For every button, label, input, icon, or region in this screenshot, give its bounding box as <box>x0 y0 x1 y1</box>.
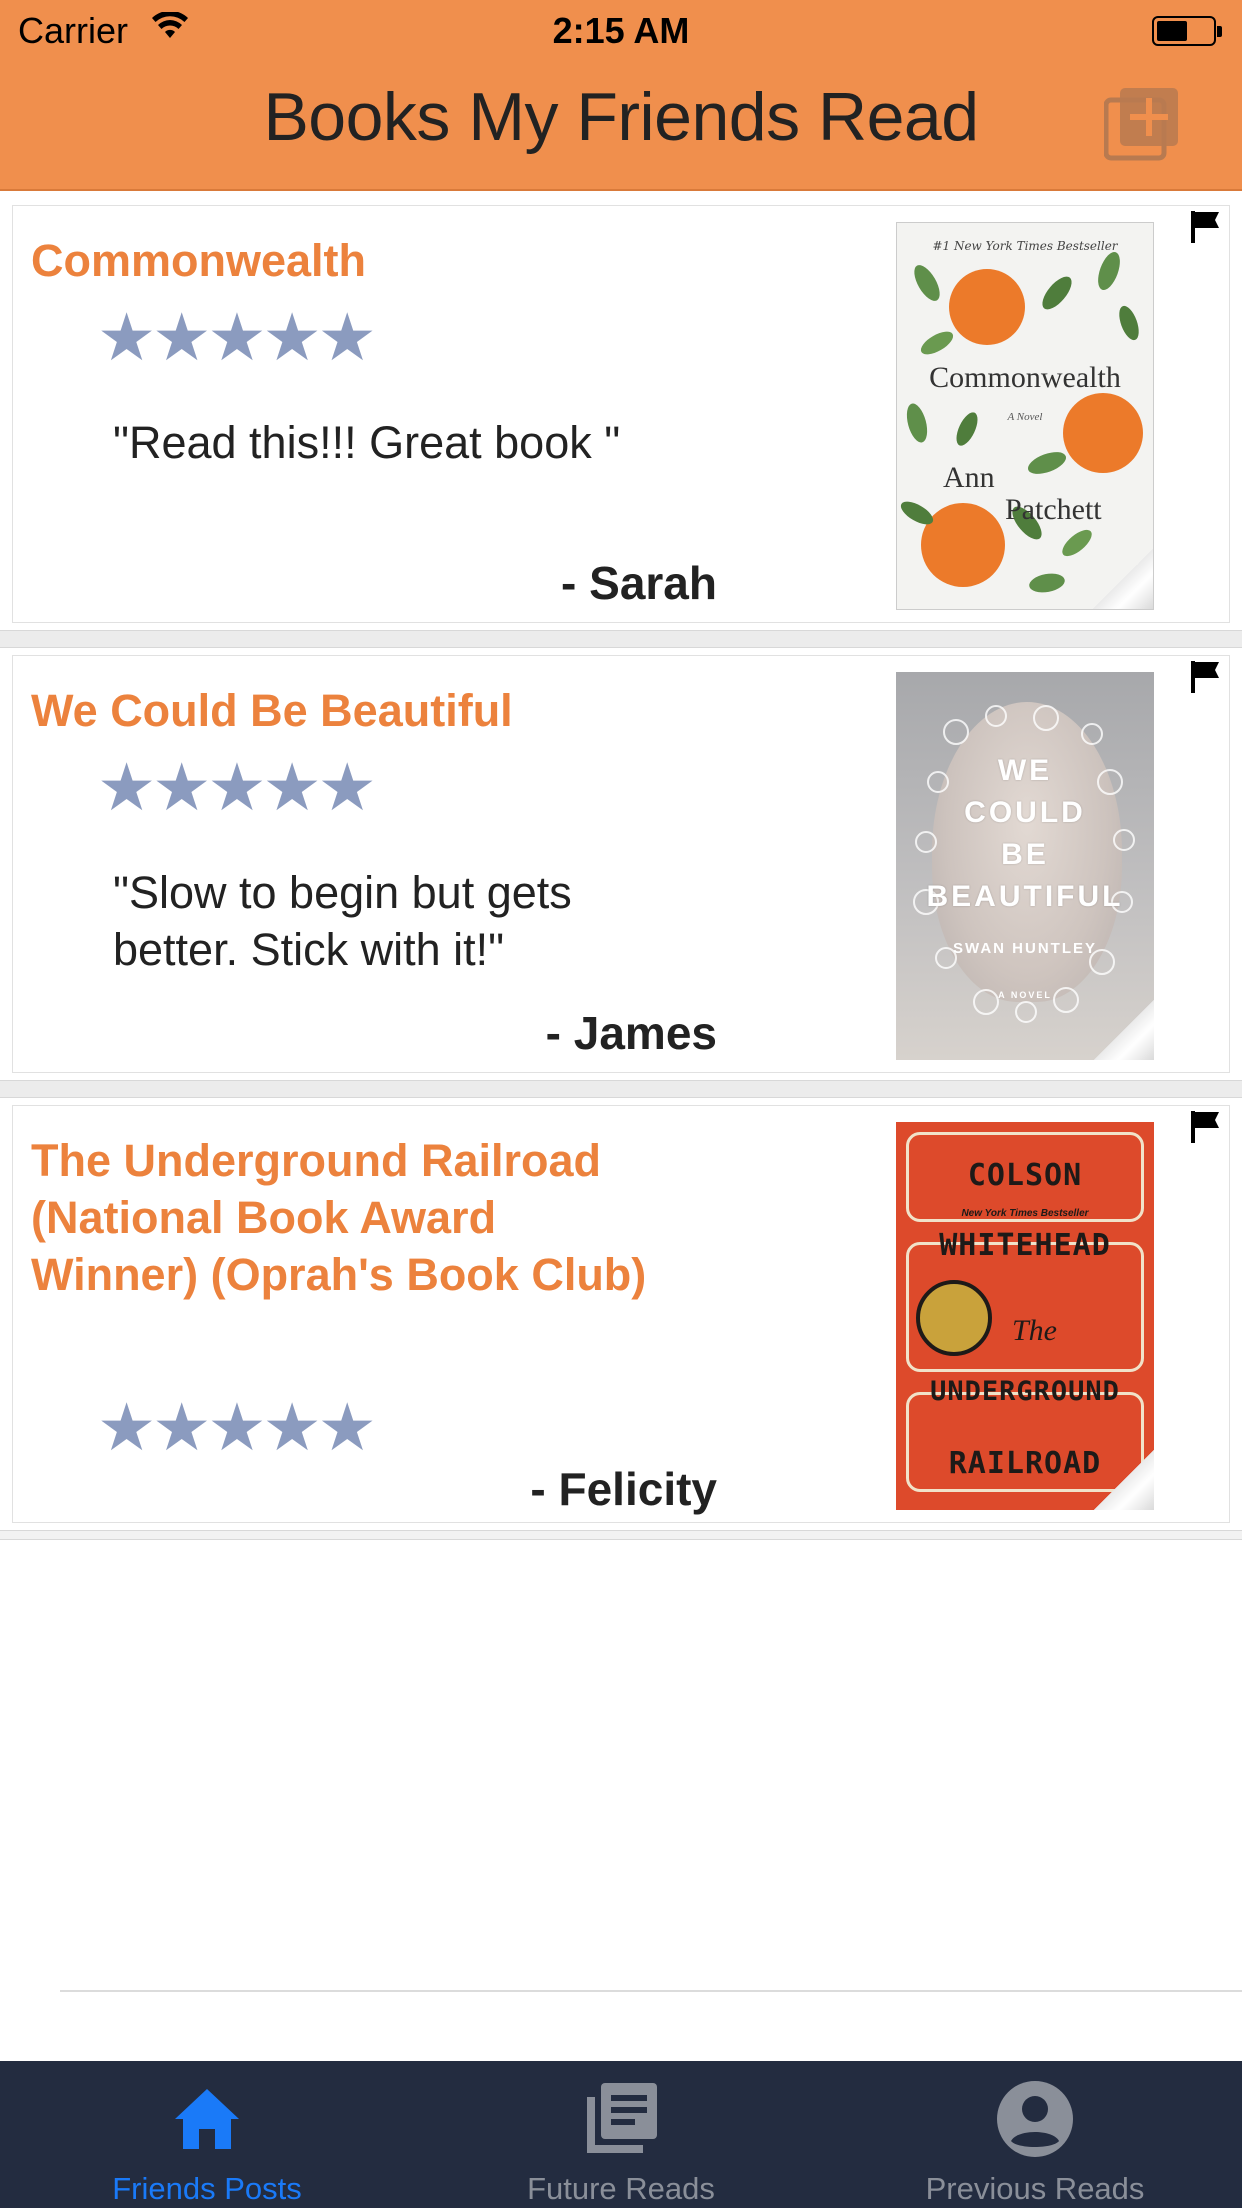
review-quote: "Slow to begin but gets better. Stick wi… <box>113 867 572 975</box>
reviewer-name: - Sarah <box>561 557 717 609</box>
tab-label: Future Reads <box>527 2171 715 2206</box>
award-seal <box>916 1280 992 1356</box>
book-cover[interactable]: #1 New York Times Bestseller Commonwealt… <box>896 222 1154 610</box>
clock: 2:15 AM <box>552 10 690 51</box>
cover-word-3: BE <box>1001 838 1049 871</box>
cover-subtitle: A NOVEL <box>998 990 1052 1000</box>
cover-title-1: UNDERGROUND <box>930 1376 1120 1407</box>
cover-author-first: Ann <box>943 461 995 494</box>
review-quote: "Read this!!! Great book " <box>113 417 621 468</box>
cover-author-last: Patchett <box>1005 493 1102 526</box>
tab-label: Previous Reads <box>925 2171 1145 2206</box>
reviewer-name: - James <box>545 1007 717 1059</box>
stacked-documents-icon <box>587 2083 657 2153</box>
reviewer-name: - Felicity <box>530 1463 717 1515</box>
cover-subtitle: A Novel <box>1007 411 1043 423</box>
account-circle-icon <box>997 2081 1073 2157</box>
stars-glyphs: ★★★★★ <box>97 750 377 824</box>
cover-word-1: WE <box>997 754 1053 787</box>
cover-tagline: New York Times Bestseller <box>961 1208 1089 1219</box>
page-curl <box>1094 1000 1154 1060</box>
cover-author-last: WHITEHEAD <box>939 1228 1111 1263</box>
divider <box>60 1990 1242 1992</box>
book-title[interactable]: Commonwealth <box>31 232 671 289</box>
page-curl <box>1094 1450 1154 1510</box>
friends-posts-feed[interactable]: Commonwealth ★★★★★ "Read this!!! Great b… <box>0 193 1242 1540</box>
tab-future-reads[interactable]: Future Reads <box>414 2061 828 2208</box>
star-rating: ★★★★★ <box>97 300 377 374</box>
post-card[interactable]: We Could Be Beautiful ★★★★★ "Slow to beg… <box>12 655 1230 1073</box>
navigation-header: Carrier 2:15 AM Books My Friends Read <box>0 0 1242 191</box>
tab-label: Friends Posts <box>112 2171 302 2206</box>
stars-glyphs: ★★★★★ <box>97 1390 377 1464</box>
page-title: Books My Friends Read <box>263 79 979 155</box>
cover-the: The <box>1012 1314 1057 1347</box>
post-card[interactable]: Commonwealth ★★★★★ "Read this!!! Great b… <box>12 205 1230 623</box>
book-cover[interactable]: COLSON New York Times Bestseller WHITEHE… <box>896 1122 1154 1510</box>
cover-word-4: BEAUTIFUL <box>926 880 1124 913</box>
stars-glyphs: ★★★★★ <box>97 300 377 374</box>
cover-author-first: COLSON <box>967 1158 1083 1193</box>
status-bar: Carrier 2:15 AM <box>0 0 1242 62</box>
post-card[interactable]: The Underground Railroad (National Book … <box>12 1105 1230 1523</box>
cover-word-2: COULD <box>964 796 1086 829</box>
star-rating: ★★★★★ <box>97 750 377 824</box>
flag-icon[interactable] <box>1187 658 1223 694</box>
home-icon <box>175 2089 239 2149</box>
separator <box>0 1080 1242 1098</box>
cover-title: Commonwealth <box>929 361 1121 394</box>
tab-bar: Friends Posts Future Reads Previous Read… <box>0 2061 1242 2208</box>
book-title[interactable]: We Could Be Beautiful <box>31 682 671 739</box>
page-curl <box>1093 549 1153 609</box>
separator <box>0 630 1242 648</box>
separator <box>0 1530 1242 1540</box>
battery-icon <box>1152 16 1222 46</box>
book-cover[interactable]: WE COULD BE BEAUTIFUL SWAN HUNTLEY A NOV… <box>896 672 1154 1060</box>
star-rating: ★★★★★ <box>97 1390 377 1464</box>
tab-friends-posts[interactable]: Friends Posts <box>0 2061 414 2208</box>
add-library-icon[interactable] <box>1104 84 1182 162</box>
cover-author: SWAN HUNTLEY <box>953 940 1097 957</box>
flag-icon[interactable] <box>1187 1108 1223 1144</box>
book-title[interactable]: The Underground Railroad (National Book … <box>31 1132 671 1303</box>
tab-previous-reads[interactable]: Previous Reads <box>828 2061 1242 2208</box>
flag-icon[interactable] <box>1187 208 1223 244</box>
